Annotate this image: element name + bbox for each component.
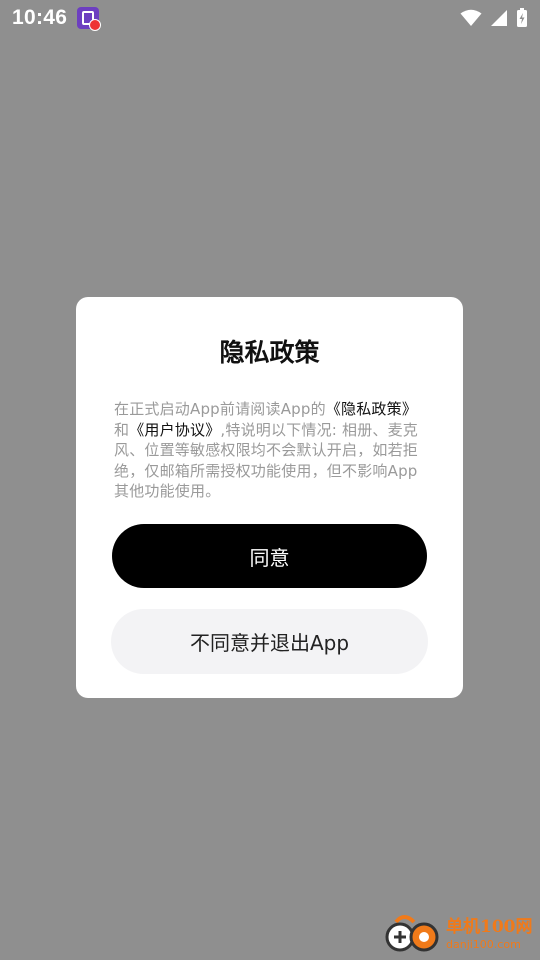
agree-button[interactable]: 同意	[112, 524, 427, 588]
message-text: 和	[114, 420, 130, 439]
decline-exit-button[interactable]: 不同意并退出App	[111, 609, 428, 674]
status-right	[460, 8, 528, 28]
dialog-message: 在正式启动App前请阅读App的《隐私政策》和《用户协议》,特说明以下情况: 相…	[114, 399, 426, 502]
watermark-logo: 单机100网 danji100.com	[384, 912, 534, 956]
battery-charging-icon	[517, 8, 527, 27]
clock: 10:46	[12, 6, 68, 29]
privacy-dialog: 隐私政策 在正式启动App前请阅读App的《隐私政策》和《用户协议》,特说明以下…	[76, 297, 463, 698]
message-text: 在正式启动App前请阅读App的	[114, 400, 326, 418]
watermark-sub: danji100.com	[446, 937, 521, 951]
watermark-main: 单机100网	[446, 916, 533, 937]
status-bar: 10:46	[0, 0, 540, 36]
app-notification-icon	[77, 7, 102, 31]
signal-icon	[491, 10, 507, 26]
privacy-policy-link[interactable]: 《隐私政策》	[326, 400, 417, 418]
user-agreement-link[interactable]: 《用户协议》	[129, 421, 220, 439]
dialog-title: 隐私政策	[219, 338, 320, 367]
wifi-icon	[460, 9, 482, 26]
status-left: 10:46	[12, 6, 102, 31]
watermark-text: 单机100网 danji100.com	[446, 916, 533, 951]
watermark-logo-icon	[385, 915, 439, 952]
